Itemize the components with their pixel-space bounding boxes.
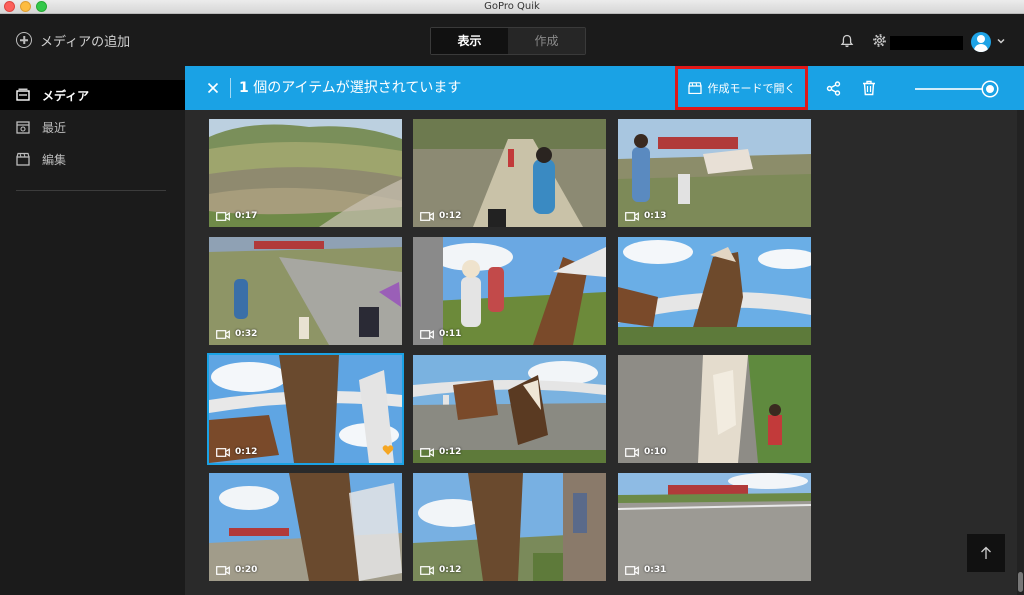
top-toolbar: メディアの追加 表示 作成 [0, 14, 1024, 66]
video-icon [420, 329, 434, 339]
duration-label: 0:12 [439, 211, 462, 221]
video-icon [216, 329, 230, 339]
thumbnail-image [618, 237, 811, 345]
duration-label: 0:31 [644, 565, 667, 575]
sidebar-item-label: メディア [42, 88, 90, 103]
duration-badge: 0:11 [420, 329, 461, 339]
sidebar: メディア 最近 編集 [0, 66, 185, 595]
video-icon [216, 211, 230, 221]
duration-badge: 0:12 [420, 211, 461, 221]
media-thumbnail[interactable]: 0:12 [413, 119, 606, 227]
duration-label: 0:13 [644, 211, 667, 221]
duration-label: 0:11 [439, 329, 462, 339]
selection-text: 個のアイテムが選択されています [253, 80, 462, 96]
duration-label: 0:12 [235, 447, 258, 457]
share-icon[interactable] [826, 81, 841, 96]
create-mode-tab[interactable]: 作成 [508, 28, 585, 54]
title-bar: GoPro Quik [0, 0, 1024, 14]
video-icon [420, 565, 434, 575]
media-icon [16, 88, 30, 101]
duration-badge: 0:12 [420, 447, 461, 457]
view-mode-tab[interactable]: 表示 [431, 28, 508, 54]
scrollbar-thumb[interactable] [1018, 572, 1023, 592]
zoom-slider-handle[interactable] [983, 82, 997, 96]
arrow-up-icon [981, 546, 991, 559]
media-thumbnail[interactable]: 0:20 [209, 473, 402, 581]
duration-badge: 0:17 [216, 211, 257, 221]
open-in-create-mode-button[interactable]: 作成モードで開く [675, 66, 808, 110]
clapperboard-icon [687, 82, 702, 94]
duration-label: 0:12 [439, 565, 462, 575]
video-icon [216, 447, 230, 457]
add-circle-icon [16, 32, 32, 48]
video-icon [420, 447, 434, 457]
add-media-label: メディアの追加 [40, 34, 131, 50]
app-window: GoPro Quik メディアの追加 表示 作成 メディア 最近 編集 1 個の… [0, 0, 1024, 595]
duration-badge: 0:12 [216, 447, 257, 457]
scroll-to-top-button[interactable] [967, 534, 1005, 572]
duration-label: 0:20 [235, 565, 258, 575]
media-thumbnail[interactable]: 0:13 [618, 119, 811, 227]
duration-label: 0:17 [235, 211, 258, 221]
sidebar-item-edit[interactable]: 編集 [0, 144, 185, 174]
trash-icon[interactable] [862, 80, 876, 96]
open-in-create-mode-label: 作成モードで開く [707, 82, 796, 95]
media-thumbnail[interactable]: 0:32 [209, 237, 402, 345]
media-thumbnail-selected[interactable]: 0:12 [207, 353, 404, 465]
duration-label: 0:10 [644, 447, 667, 457]
selection-count: 1 [239, 80, 249, 96]
media-thumbnail[interactable]: 0:12 [413, 355, 606, 463]
duration-label: 0:12 [439, 447, 462, 457]
selection-bar: 1 個のアイテムが選択されています 作成モードで開く [185, 66, 1024, 110]
gear-icon[interactable] [872, 33, 887, 48]
media-thumbnail[interactable]: 0:11 [413, 237, 606, 345]
video-icon [625, 211, 639, 221]
chevron-down-icon[interactable] [996, 36, 1006, 46]
video-icon [625, 447, 639, 457]
selection-status: 1 個のアイテムが選択されています [239, 78, 461, 98]
add-media-button[interactable]: メディアの追加 [16, 30, 130, 50]
selection-divider [230, 78, 231, 98]
vertical-scrollbar[interactable] [1017, 110, 1024, 595]
redacted-username [890, 36, 963, 50]
duration-badge: 0:10 [625, 447, 666, 457]
media-grid: 0:17 0:12 0:13 0:32 0:11 0:12 0:12 0:10 … [185, 110, 1024, 595]
media-thumbnail[interactable] [618, 237, 811, 345]
sidebar-item-media[interactable]: メディア [0, 80, 185, 110]
duration-badge: 0:31 [625, 565, 666, 575]
sidebar-item-label: 最近 [42, 120, 67, 135]
duration-badge: 0:12 [420, 565, 461, 575]
zoom-slider-track[interactable] [915, 88, 985, 90]
mode-toggle: 表示 作成 [430, 27, 586, 55]
video-icon [216, 565, 230, 575]
duration-label: 0:32 [235, 329, 258, 339]
edit-icon [16, 152, 30, 166]
media-thumbnail[interactable]: 0:12 [413, 473, 606, 581]
media-thumbnail[interactable]: 0:10 [618, 355, 811, 463]
user-avatar[interactable] [971, 32, 991, 52]
recent-icon [16, 121, 30, 134]
sidebar-item-label: 編集 [42, 152, 67, 167]
duration-badge: 0:20 [216, 565, 257, 575]
sidebar-item-recent[interactable]: 最近 [0, 112, 185, 142]
media-thumbnail[interactable]: 0:17 [209, 119, 402, 227]
close-icon[interactable] [207, 82, 219, 94]
duration-badge: 0:13 [625, 211, 666, 221]
media-thumbnail[interactable]: 0:31 [618, 473, 811, 581]
duration-badge: 0:32 [216, 329, 257, 339]
video-icon [420, 211, 434, 221]
bell-icon[interactable] [840, 34, 854, 48]
window-title: GoPro Quik [484, 1, 540, 12]
sidebar-divider [16, 190, 166, 191]
video-icon [625, 565, 639, 575]
favorite-heart-icon[interactable] [382, 444, 394, 456]
